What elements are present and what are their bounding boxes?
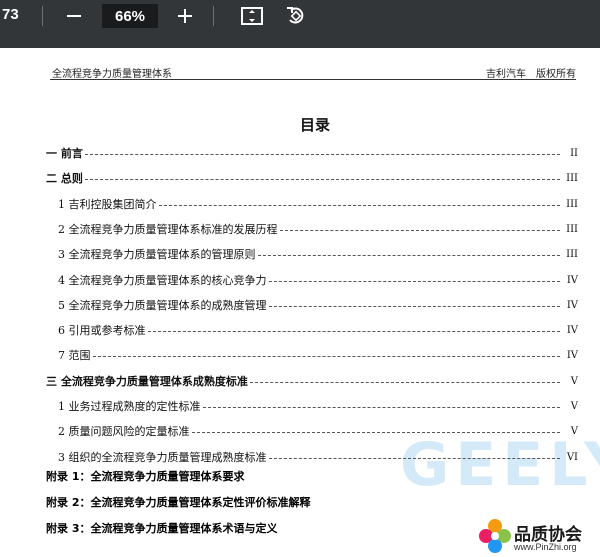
toc-entry-page: V <box>570 400 578 412</box>
toc-entry[interactable]: 7 范围 IV <box>58 347 578 363</box>
toc-leader-line <box>202 406 560 408</box>
toc-entry-label: 2 全流程竞争力质量管理体系标准的发展历程 <box>58 223 278 236</box>
toc-entry[interactable]: 一 前言 II <box>46 145 578 161</box>
appendix-entry[interactable]: 附录 3：全流程竞争力质量管理体系术语与定义 <box>46 520 277 538</box>
toc-entry-label: 一 前言 <box>46 147 83 160</box>
toc-entry-page: IV <box>566 299 578 311</box>
header-rule <box>50 79 576 80</box>
pinzhi-logo: 品质协会 www.PinZhi.org <box>478 518 598 556</box>
toc-entry-page: IV <box>566 274 578 286</box>
toc-entry-page: IV <box>566 324 578 336</box>
toolbar-divider <box>42 6 43 26</box>
toc-leader-line <box>191 431 560 433</box>
geely-watermark: GEELY <box>400 430 600 500</box>
page-header-title: 全流程竞争力质量管理体系 <box>52 69 172 80</box>
rotate-button[interactable] <box>282 3 310 29</box>
toc-entry-page: III <box>566 223 578 235</box>
toc-leader-line <box>279 229 560 231</box>
zoom-level-input[interactable]: 66% <box>102 4 158 28</box>
toc-entry-label: 1 业务过程成熟度的定性标准 <box>58 400 201 413</box>
toc-entry-page: III <box>566 172 578 184</box>
toc-leader-line <box>147 330 560 332</box>
toc-leader-line <box>268 305 560 307</box>
toc-entry-page: II <box>570 147 578 159</box>
fit-to-page-button[interactable] <box>238 3 266 29</box>
toc-entry-label: 4 全流程竞争力质量管理体系的核心竞争力 <box>58 274 267 287</box>
plus-icon <box>178 9 192 23</box>
toc-leader-line <box>249 381 560 383</box>
toc-entry[interactable]: 三 全流程竞争力质量管理体系成熟度标准 V <box>46 373 578 389</box>
flower-logo-icon <box>479 519 511 553</box>
toc-entry[interactable]: 3 组织的全流程竞争力质量管理成熟度标准 VI <box>58 449 578 465</box>
toc-entry-label: 二 总则 <box>46 172 83 185</box>
toc-leader-line <box>84 153 560 155</box>
logo-url: www.PinZhi.org <box>514 542 577 552</box>
toc-entry-page: IV <box>566 349 578 361</box>
toc-leader-line <box>158 204 560 206</box>
toc-entry-page: V <box>570 425 578 437</box>
toc-title: 目录 <box>299 116 330 134</box>
toc-entry-page: V <box>570 375 578 387</box>
appendix-entry[interactable]: 附录 2：全流程竞争力质量管理体系定性评价标准解释 <box>46 494 310 512</box>
toc-entry-label: 7 范围 <box>58 349 91 362</box>
toc-entry[interactable]: 2 质量问题风险的定量标准 V <box>58 423 578 439</box>
toc-entry-label: 6 引用或参考标准 <box>58 324 146 337</box>
fit-page-icon <box>241 7 263 25</box>
document-page: 全流程竞争力质量管理体系 吉利汽车版权所有 GEELY 目录 一 前言 II 二 总… <box>0 48 600 557</box>
toc-entry-page: III <box>566 248 578 260</box>
toc-entry[interactable]: 3 全流程竞争力质量管理体系的管理原则 III <box>58 246 578 262</box>
zoom-in-button[interactable] <box>171 3 199 29</box>
page-number-indicator[interactable]: 73 <box>2 6 19 23</box>
pdf-toolbar: 73 66% <box>0 0 600 48</box>
toc-entry-label: 5 全流程竞争力质量管理体系的成熟度管理 <box>58 299 267 312</box>
toc-leader-line <box>268 457 560 459</box>
toc-entry-page: III <box>566 198 578 210</box>
toc-leader-line <box>268 280 560 282</box>
toc-entry[interactable]: 6 引用或参考标准 IV <box>58 322 578 338</box>
toc-leader-line <box>257 254 560 256</box>
appendix-entry[interactable]: 附录 1：全流程竞争力质量管理体系要求 <box>46 468 244 486</box>
toc-leader-line <box>92 355 560 357</box>
toc-entry[interactable]: 4 全流程竞争力质量管理体系的核心竞争力 IV <box>58 272 578 288</box>
zoom-out-button[interactable] <box>60 3 88 29</box>
page-header-right: 吉利汽车 版权所有 <box>486 65 576 80</box>
toc-entry-label: 3 全流程竞争力质量管理体系的管理原则 <box>58 248 256 261</box>
minus-icon <box>67 15 81 17</box>
toc-entry[interactable]: 5 全流程竞争力质量管理体系的成熟度管理 IV <box>58 297 578 313</box>
toc-entry[interactable]: 1 业务过程成熟度的定性标准 V <box>58 398 578 414</box>
toolbar-divider <box>213 6 214 26</box>
toc-entry[interactable]: 2 全流程竞争力质量管理体系标准的发展历程 III <box>58 221 578 237</box>
toc-entry-label: 1 吉利控股集团简介 <box>58 198 157 211</box>
toc-entry-label: 3 组织的全流程竞争力质量管理成熟度标准 <box>58 451 267 464</box>
toc-entry-page: VI <box>566 451 578 463</box>
rotate-icon <box>287 7 304 24</box>
toc-entry[interactable]: 二 总则 III <box>46 170 578 186</box>
toc-leader-line <box>84 178 560 180</box>
toc-entry-label: 2 质量问题风险的定量标准 <box>58 425 190 438</box>
toc-entry-label: 三 全流程竞争力质量管理体系成熟度标准 <box>46 375 248 388</box>
toc-entry[interactable]: 1 吉利控股集团简介 III <box>58 196 578 212</box>
